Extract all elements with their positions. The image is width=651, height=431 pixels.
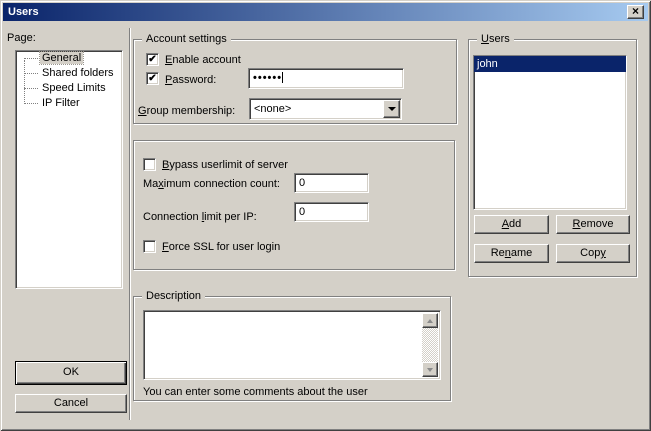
connection-limit-per-ip-input[interactable]: 0 xyxy=(294,202,369,222)
group-membership-select[interactable]: <none> xyxy=(249,98,402,120)
bypass-userlimit-label: Bypass userlimit of server xyxy=(162,159,288,172)
window-title: Users xyxy=(8,6,39,18)
password-value: •••••• xyxy=(253,72,282,84)
description-textarea[interactable] xyxy=(143,310,441,380)
text-caret xyxy=(282,72,283,83)
description-value xyxy=(146,311,150,314)
password-checkbox[interactable]: ✔ xyxy=(146,72,159,85)
group-membership-value: <none> xyxy=(254,103,291,116)
cancel-button[interactable]: Cancel xyxy=(15,394,127,413)
max-connection-count-input[interactable]: 0 xyxy=(294,173,369,193)
max-connection-count-value: 0 xyxy=(299,177,305,189)
account-settings-caption: Account settings xyxy=(142,33,231,46)
description-hint: You can enter some comments about the us… xyxy=(143,386,368,399)
checkmark-icon: ✔ xyxy=(148,54,156,65)
tree-item-general[interactable]: General xyxy=(16,51,122,66)
add-button[interactable]: Add xyxy=(474,215,549,234)
close-icon: × xyxy=(632,4,639,18)
tree-item-ip-filter[interactable]: IP Filter xyxy=(16,96,122,111)
force-ssl-label: Force SSL for user login xyxy=(162,241,280,254)
description-caption: Description xyxy=(142,290,205,303)
force-ssl-checkbox[interactable] xyxy=(143,240,156,253)
page-tree: General Shared folders Speed Limits IP F… xyxy=(15,50,123,289)
account-settings-group: Account settings ✔ Enable account ✔ Pass… xyxy=(133,39,457,124)
users-dialog: Users × Page: General Shared folders Spe… xyxy=(0,0,651,431)
enable-account-checkbox[interactable]: ✔ xyxy=(146,53,159,66)
scroll-down-button[interactable] xyxy=(422,362,438,377)
title-bar: Users xyxy=(3,3,648,21)
arrow-down-icon xyxy=(427,368,433,372)
description-scrollbar[interactable] xyxy=(422,313,438,377)
ok-button[interactable]: OK xyxy=(15,361,127,385)
close-button[interactable]: × xyxy=(627,5,644,19)
users-listbox[interactable]: john xyxy=(473,55,627,210)
page-panel-label: Page: xyxy=(7,32,36,45)
description-group: Description You can enter some comments … xyxy=(133,296,451,401)
dropdown-button[interactable] xyxy=(383,100,400,118)
user-list-item[interactable]: john xyxy=(474,56,626,72)
tree-item-label: General xyxy=(40,52,83,64)
connection-limit-per-ip-label: Connection limit per IP: xyxy=(143,211,257,224)
users-caption: Users xyxy=(477,33,514,46)
connection-limit-per-ip-value: 0 xyxy=(299,206,305,218)
bypass-userlimit-checkbox[interactable] xyxy=(143,158,156,171)
tree-item-shared-folders[interactable]: Shared folders xyxy=(16,66,122,81)
tree-item-label: IP Filter xyxy=(40,97,82,109)
password-input[interactable]: •••••• xyxy=(248,68,404,89)
users-group: Users john Add Remove Rename Copy xyxy=(468,39,637,277)
connection-limits-group: Bypass userlimit of server Maximum conne… xyxy=(133,140,455,270)
copy-button[interactable]: Copy xyxy=(556,244,630,263)
dropdown-arrow-icon xyxy=(388,107,396,111)
enable-account-label: Enable account xyxy=(165,54,241,67)
checkmark-icon: ✔ xyxy=(148,73,156,84)
scroll-up-button[interactable] xyxy=(422,313,438,328)
tree-item-label: Shared folders xyxy=(40,67,116,79)
tree-item-label: Speed Limits xyxy=(40,82,108,94)
max-connection-count-label: Maximum connection count: xyxy=(143,178,280,191)
rename-button[interactable]: Rename xyxy=(474,244,549,263)
panel-divider xyxy=(129,28,131,420)
password-label: Password: xyxy=(165,74,216,87)
group-membership-label: Group membership: xyxy=(138,105,235,118)
arrow-up-icon xyxy=(427,319,433,323)
remove-button[interactable]: Remove xyxy=(556,215,630,234)
tree-item-speed-limits[interactable]: Speed Limits xyxy=(16,81,122,96)
user-name: john xyxy=(477,58,498,70)
